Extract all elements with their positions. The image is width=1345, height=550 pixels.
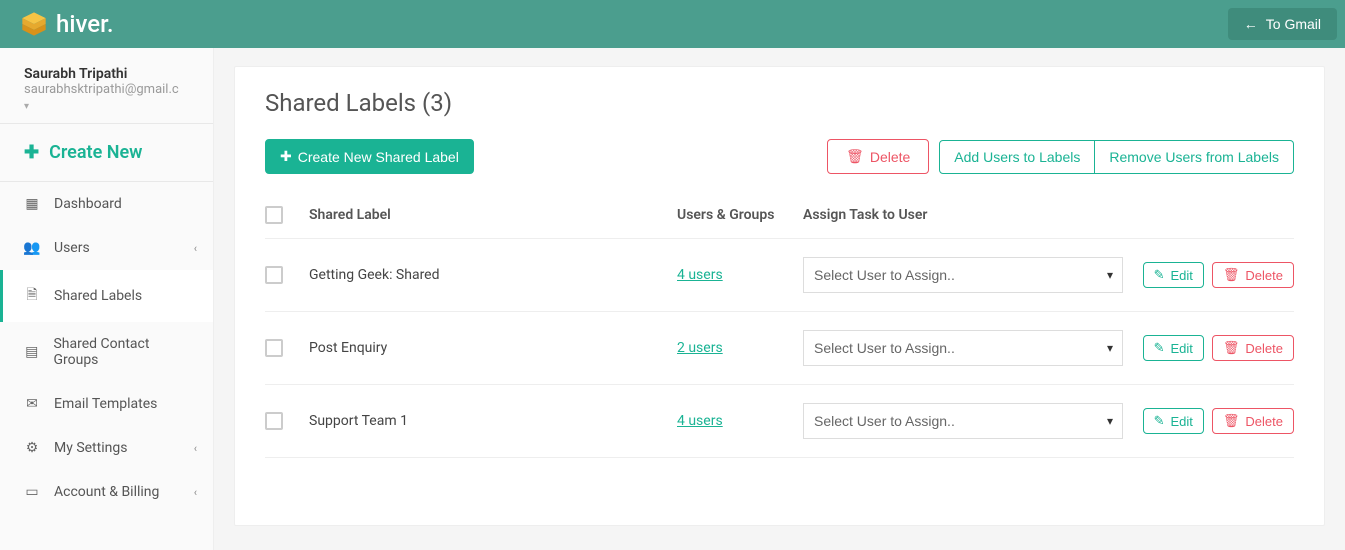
delete-button[interactable]: 🗑 Delete (1212, 408, 1294, 434)
table-row: Support Team 1 4 users Select User to As… (265, 385, 1294, 458)
edit-icon: ✎ (1154, 340, 1165, 356)
sidebar-item-account-billing[interactable]: ▭ Account & Billing ‹ (0, 470, 213, 514)
chevron-left-icon: ‹ (194, 486, 197, 499)
plus-icon: ✚ (24, 142, 39, 163)
main-content: Shared Labels (3) ✚ Create New Shared La… (214, 48, 1345, 550)
page-title: Shared Labels (3) (265, 89, 1294, 117)
row-label: Support Team 1 (309, 413, 677, 429)
topbar: hiver. ← To Gmail (0, 0, 1345, 48)
sidebar-item-shared-labels[interactable]: 🗎 Shared Labels (0, 270, 213, 322)
sidebar-item-label: My Settings (54, 440, 127, 456)
col-assign: Assign Task to User (803, 207, 1139, 223)
caret-down-icon: ▾ (24, 101, 29, 112)
col-shared-label: Shared Label (309, 207, 677, 223)
envelope-icon: ✉ (24, 396, 40, 412)
assign-user-select[interactable]: Select User to Assign.. (803, 257, 1123, 293)
to-gmail-button[interactable]: ← To Gmail (1228, 8, 1337, 40)
sidebar-item-label: Shared Contact Groups (53, 336, 193, 368)
delete-button[interactable]: 🗑 Delete (1212, 335, 1294, 361)
arrow-left-icon: ← (1244, 16, 1258, 32)
row-checkbox[interactable] (265, 339, 283, 357)
create-new-shared-label-button[interactable]: ✚ Create New Shared Label (265, 139, 474, 174)
users-link[interactable]: 2 users (677, 340, 723, 356)
chevron-left-icon: ‹ (194, 442, 197, 455)
create-label-text: Create New Shared Label (298, 149, 459, 165)
edit-button[interactable]: ✎ Edit (1143, 408, 1204, 434)
sidebar-item-label: Shared Labels (54, 288, 142, 304)
edit-label: Edit (1171, 268, 1193, 283)
row-checkbox[interactable] (265, 412, 283, 430)
brand-logo: hiver. (20, 10, 114, 38)
edit-icon: ✎ (1154, 267, 1165, 283)
delete-label: Delete (1245, 341, 1283, 356)
row-label: Post Enquiry (309, 340, 677, 356)
card-icon: ▭ (24, 484, 40, 500)
sidebar: Saurabh Tripathi saurabhsktripathi@gmail… (0, 48, 214, 550)
remove-users-from-labels-button[interactable]: Remove Users from Labels (1095, 140, 1294, 174)
table-row: Post Enquiry 2 users Select User to Assi… (265, 312, 1294, 385)
sidebar-item-users[interactable]: 👥 Users ‹ (0, 226, 213, 270)
user-block[interactable]: Saurabh Tripathi saurabhsktripathi@gmail… (0, 48, 213, 123)
sidebar-item-my-settings[interactable]: ⚙ My Settings ‹ (0, 426, 213, 470)
row-label: Getting Geek: Shared (309, 267, 677, 283)
user-email: saurabhsktripathi@gmail.c (24, 82, 193, 97)
edit-icon: ✎ (1154, 413, 1165, 429)
edit-button[interactable]: ✎ Edit (1143, 335, 1204, 361)
create-new-button[interactable]: ✚ Create New (0, 123, 213, 182)
add-users-label: Add Users to Labels (954, 149, 1080, 165)
sidebar-item-email-templates[interactable]: ✉ Email Templates (0, 382, 213, 426)
row-checkbox[interactable] (265, 266, 283, 284)
hiver-logo-icon (20, 10, 48, 38)
trash-icon: 🗑 (1223, 413, 1240, 429)
sidebar-item-label: Dashboard (54, 196, 122, 212)
sidebar-item-dashboard[interactable]: ▦ Dashboard (0, 182, 213, 226)
to-gmail-label: To Gmail (1266, 16, 1321, 32)
book-icon: ▤ (24, 344, 39, 360)
edit-label: Edit (1171, 414, 1193, 429)
delete-selected-button[interactable]: 🗑 Delete (827, 139, 929, 174)
content-card: Shared Labels (3) ✚ Create New Shared La… (234, 66, 1325, 526)
chevron-left-icon: ‹ (194, 242, 197, 255)
table-row: Getting Geek: Shared 4 users Select User… (265, 239, 1294, 312)
assign-user-select[interactable]: Select User to Assign.. (803, 403, 1123, 439)
create-new-label: Create New (49, 142, 142, 163)
delete-label: Delete (1245, 268, 1283, 283)
add-users-to-labels-button[interactable]: Add Users to Labels (939, 140, 1095, 174)
col-users-groups: Users & Groups (677, 207, 803, 223)
users-labels-button-group: Add Users to Labels Remove Users from La… (939, 140, 1294, 174)
delete-label-text: Delete (870, 149, 910, 165)
table-header: Shared Label Users & Groups Assign Task … (265, 196, 1294, 239)
sidebar-item-label: Account & Billing (54, 484, 159, 500)
users-icon: 👥 (24, 240, 40, 256)
plus-icon: ✚ (280, 148, 292, 165)
sidebar-item-label: Users (54, 240, 90, 256)
users-link[interactable]: 4 users (677, 413, 723, 429)
sidebar-item-shared-contact-groups[interactable]: ▤ Shared Contact Groups (0, 322, 213, 382)
trash-icon: 🗑 (846, 148, 864, 165)
delete-button[interactable]: 🗑 Delete (1212, 262, 1294, 288)
assign-user-select[interactable]: Select User to Assign.. (803, 330, 1123, 366)
trash-icon: 🗑 (1223, 340, 1240, 356)
sidebar-item-label: Email Templates (54, 396, 157, 412)
trash-icon: 🗑 (1223, 267, 1240, 283)
action-row: ✚ Create New Shared Label 🗑 Delete Add U… (265, 139, 1294, 174)
edit-button[interactable]: ✎ Edit (1143, 262, 1204, 288)
delete-label: Delete (1245, 414, 1283, 429)
grid-icon: ▦ (24, 196, 40, 212)
users-link[interactable]: 4 users (677, 267, 723, 283)
user-name: Saurabh Tripathi (24, 66, 193, 82)
edit-label: Edit (1171, 341, 1193, 356)
file-icon: 🗎 (24, 284, 40, 308)
remove-users-label: Remove Users from Labels (1109, 149, 1279, 165)
select-all-checkbox[interactable] (265, 206, 283, 224)
brand-text: hiver. (56, 10, 114, 38)
gear-icon: ⚙ (24, 440, 40, 456)
